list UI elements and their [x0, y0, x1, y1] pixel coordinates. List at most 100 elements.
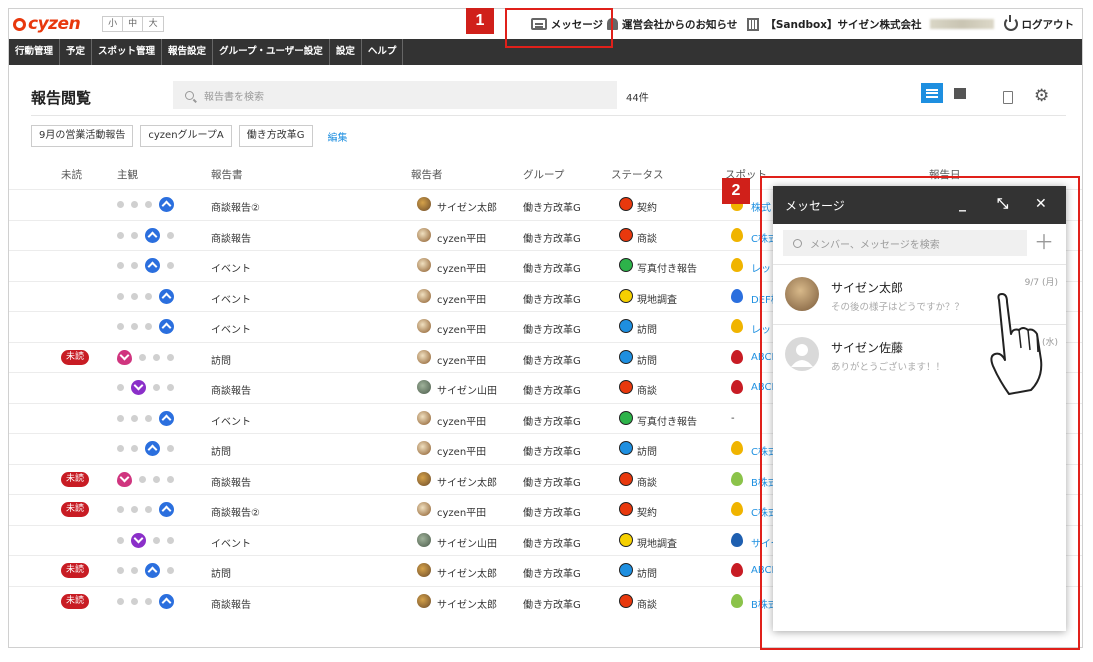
col-mood[interactable]: 主観: [117, 167, 138, 182]
mood-indicator[interactable]: [117, 563, 181, 578]
col-report[interactable]: 報告書: [211, 167, 243, 182]
status-label: 現地調査: [637, 538, 677, 550]
add-message-icon[interactable]: ＋: [1034, 232, 1054, 252]
mood-dot-icon: [131, 414, 138, 422]
report-name[interactable]: 商談報告: [211, 474, 251, 489]
group-name: 働き方改革G: [523, 447, 581, 458]
filter-chip[interactable]: cyzenグループA: [140, 125, 232, 147]
avatar: [417, 227, 431, 242]
message-search-input[interactable]: メンバー、メッセージを検索: [783, 230, 1027, 256]
edit-filters-link[interactable]: 編集: [328, 129, 348, 144]
mood-indicator[interactable]: [117, 258, 181, 273]
annotation-number-1: 1: [466, 8, 494, 34]
avatar: [417, 380, 431, 394]
mood-dot-icon: [117, 384, 124, 391]
nav-group-user[interactable]: グループ・ユーザー設定: [213, 39, 330, 65]
collapse-icon[interactable]: ⤡: [997, 196, 1008, 212]
list-view-button[interactable]: [921, 83, 943, 103]
report-name[interactable]: イベント: [211, 260, 251, 275]
report-name[interactable]: 訪問: [211, 352, 231, 367]
report-name[interactable]: イベント: [211, 413, 251, 428]
mood-up-icon: [159, 319, 174, 334]
report-name[interactable]: 商談報告: [211, 230, 251, 245]
annotation-box-1: [505, 8, 613, 48]
logout-button[interactable]: ログアウト: [1003, 15, 1074, 32]
mood-indicator[interactable]: [117, 380, 181, 395]
mood-indicator[interactable]: [117, 288, 181, 304]
report-search-input[interactable]: 報告書を検索: [173, 81, 617, 109]
mood-indicator[interactable]: [117, 532, 181, 548]
mood-dot-icon: [131, 323, 138, 330]
mood-heart-icon: [117, 471, 132, 487]
mood-dot-icon: [145, 323, 152, 330]
report-name[interactable]: 商談報告②: [211, 199, 260, 214]
report-name[interactable]: イベント: [211, 291, 251, 306]
font-size-medium[interactable]: 中: [123, 17, 144, 31]
cyzen-logo[interactable]: cyzen: [13, 14, 81, 34]
col-status[interactable]: ステータス: [611, 167, 664, 182]
spot-pin-icon: [731, 593, 743, 608]
status-label: 訪問: [637, 447, 657, 458]
report-name[interactable]: 商談報告②: [211, 504, 260, 519]
font-size-small[interactable]: 小: [103, 17, 124, 31]
col-group[interactable]: グループ: [523, 167, 564, 182]
group-name: 働き方改革G: [523, 386, 581, 397]
reporter-name: cyzen平田: [437, 325, 487, 336]
nav-report-settings[interactable]: 報告設定: [162, 39, 214, 65]
message-search-placeholder: メンバー、メッセージを検索: [810, 239, 940, 251]
close-icon[interactable]: ✕: [1035, 196, 1047, 212]
mood-indicator[interactable]: [117, 593, 181, 609]
mood-dot-icon: [167, 353, 174, 361]
report-name[interactable]: イベント: [211, 321, 251, 336]
gear-icon[interactable]: ⚙: [1034, 88, 1049, 105]
mood-indicator[interactable]: [117, 197, 181, 212]
mood-indicator[interactable]: [117, 349, 181, 365]
nav-activity[interactable]: 行動管理: [9, 39, 61, 65]
mood-indicator[interactable]: [117, 471, 181, 487]
mood-dot-icon: [167, 445, 174, 452]
detail-view-button[interactable]: [949, 83, 971, 103]
mood-indicator[interactable]: [117, 410, 181, 426]
reporter-name: サイゼン太郎: [437, 599, 497, 611]
filter-chip[interactable]: 働き方改革G: [238, 125, 313, 147]
font-size-large[interactable]: 大: [143, 17, 163, 31]
col-reporter[interactable]: 報告者: [411, 167, 443, 182]
spot-pin-icon: [731, 563, 743, 577]
filter-chip[interactable]: 9月の営業活動報告: [31, 125, 134, 147]
notice-link[interactable]: 運営会社からのお知らせ: [607, 17, 737, 32]
annotation-number-2: 2: [722, 178, 750, 204]
nav-help[interactable]: ヘルプ: [362, 39, 404, 65]
report-name[interactable]: イベント: [211, 535, 251, 550]
report-name[interactable]: 商談報告: [211, 596, 251, 611]
mood-dot-icon: [167, 567, 174, 574]
nav-spot[interactable]: スポット管理: [92, 39, 163, 65]
report-name[interactable]: 商談報告: [211, 382, 251, 397]
spot-pin-icon: [731, 471, 743, 486]
group-name: 働き方改革G: [523, 264, 581, 275]
mood-dot-icon: [117, 506, 124, 513]
report-name[interactable]: 訪問: [211, 565, 231, 580]
nav-schedule[interactable]: 予定: [60, 39, 93, 65]
status-label: 訪問: [637, 569, 657, 580]
conversation-preview: その後の様子はどうですか？？: [831, 302, 965, 313]
mood-indicator[interactable]: [117, 319, 181, 334]
nav-settings[interactable]: 設定: [330, 39, 362, 65]
mood-indicator[interactable]: [117, 441, 181, 456]
mood-up-icon: [145, 258, 160, 273]
reporter-name: cyzen平田: [437, 508, 487, 519]
avatar: [417, 288, 431, 303]
avatar: [417, 410, 431, 425]
conversation-name: サイゼン太郎: [831, 281, 904, 295]
status-icon: [619, 258, 633, 272]
mood-dot-icon: [145, 597, 152, 605]
col-unread[interactable]: 未読: [61, 167, 82, 182]
export-icon[interactable]: [1003, 91, 1013, 104]
minimize-icon[interactable]: _: [959, 196, 966, 212]
unread-badge: 未読: [61, 349, 90, 365]
mood-indicator[interactable]: [117, 502, 181, 517]
mood-indicator[interactable]: [117, 227, 181, 243]
detail-icon: [954, 87, 966, 99]
status-icon: [619, 288, 633, 303]
conversation-date: 9/7 (月): [1024, 278, 1058, 288]
report-name[interactable]: 訪問: [211, 443, 231, 458]
